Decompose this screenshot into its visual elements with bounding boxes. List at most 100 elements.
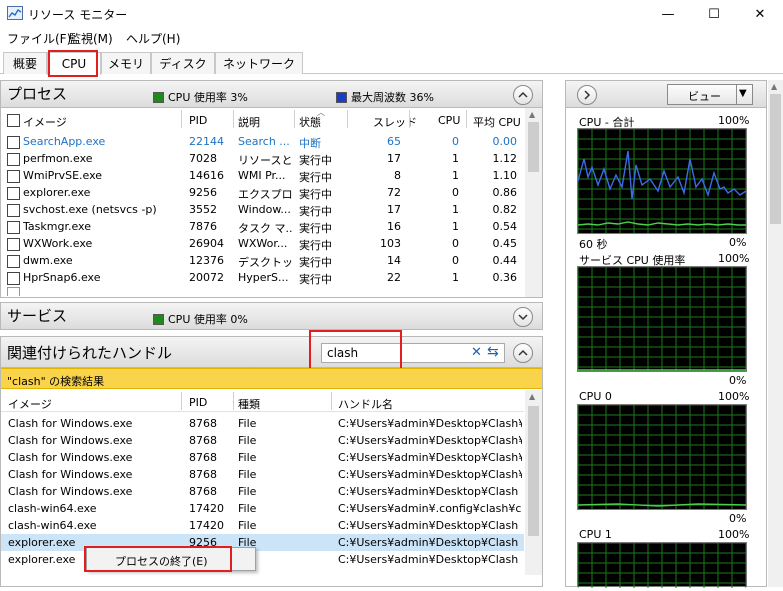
handle-row[interactable]: Clash for Windows.exe 8768 File C:¥Users¥ad… xyxy=(1,415,524,432)
handle-search-box[interactable]: clash ✕ ⇆ xyxy=(321,343,505,363)
handle-pid: 17420 xyxy=(189,519,224,532)
handle-row[interactable]: explorer.exe9256FileC:¥Users¥admin¥Deskt… xyxy=(1,551,524,568)
handle-image: clash-win64.exe xyxy=(8,502,97,515)
menu-file[interactable]: ファイル(F) xyxy=(7,30,71,47)
close-button[interactable]: ✕ xyxy=(737,0,783,28)
handle-search-input[interactable]: clash xyxy=(327,346,358,360)
processes-scroll-thumb[interactable] xyxy=(528,122,539,172)
process-row[interactable]: perfmon.exe 7028 リソースと... 実行中 17 1 1.12 xyxy=(1,150,524,167)
tab-overview[interactable]: 概要 xyxy=(3,52,47,74)
services-header[interactable]: サービス CPU 使用率 0% xyxy=(0,302,543,330)
proc-status: 実行中 xyxy=(299,222,332,235)
proc-status: 実行中 xyxy=(299,154,332,167)
handles-list: Clash for Windows.exe 8768 File C:¥Users¥ad… xyxy=(1,415,524,575)
proc-pid: 9256 xyxy=(189,186,217,199)
handles-column-header: イメージ PID 種類 ハンドル名 xyxy=(1,390,524,412)
col-pid[interactable]: PID xyxy=(189,114,207,127)
services-cpu-swatch xyxy=(153,313,164,325)
minimize-button[interactable]: — xyxy=(645,0,691,28)
proc-threads: 8 xyxy=(394,169,401,182)
col-handle-pid[interactable]: PID xyxy=(189,396,207,409)
menu-monitor[interactable]: 監視(M) xyxy=(69,30,113,47)
max-freq-swatch xyxy=(336,91,347,103)
process-checkbox[interactable] xyxy=(7,204,20,217)
processes-header[interactable]: プロセス CPU 使用率 3% 最大周波数 36% xyxy=(0,80,543,108)
handles-scrollbar[interactable]: ▲ xyxy=(525,390,542,575)
handle-type: File xyxy=(238,468,257,481)
proc-avg-cpu: 0.86 xyxy=(492,186,518,199)
process-row[interactable]: WXWork.exe 26904 WXWor... 実行中 103 0 0.45 xyxy=(1,235,524,252)
process-checkbox[interactable] xyxy=(7,272,20,285)
context-menu: プロセスの終了(E) xyxy=(86,547,256,571)
services-cpu-usage: CPU 使用率 0% xyxy=(153,311,248,327)
collapse-handles-button[interactable] xyxy=(513,343,533,363)
proc-description: エクスプロ... xyxy=(238,188,292,201)
handle-pid: 8768 xyxy=(189,451,217,464)
chevron-up-icon xyxy=(518,349,528,356)
select-all-checkbox[interactable] xyxy=(7,114,20,127)
process-row[interactable]: explorer.exe 9256 エクスプロ... 実行中 72 0 0.86 xyxy=(1,184,524,201)
scroll-up-icon[interactable]: ▲ xyxy=(771,82,777,91)
expand-services-button[interactable] xyxy=(513,307,533,327)
handle-pid: 8768 xyxy=(189,434,217,447)
scroll-up-icon[interactable]: ▲ xyxy=(529,110,535,119)
tab-memory[interactable]: メモリ xyxy=(101,52,151,74)
col-cpu[interactable]: CPU xyxy=(438,114,460,127)
tab-disk[interactable]: ディスク xyxy=(151,52,215,74)
clear-search-icon[interactable]: ✕ xyxy=(471,345,482,360)
process-checkbox[interactable] xyxy=(7,136,20,149)
process-row[interactable]: HprSnap6.exe 20072 HyperS... 実行中 22 1 0.36 xyxy=(1,269,524,286)
handle-row[interactable]: Clash for Windows.exe 8768 File C:¥Users¥ad… xyxy=(1,432,524,449)
tab-cpu[interactable]: CPU xyxy=(47,52,101,75)
handle-row[interactable]: clash-win64.exe 17420 File C:¥Users¥admin¥.… xyxy=(1,500,524,517)
process-row[interactable]: dwm.exe 12376 デスクトッ... 実行中 14 0 0.44 xyxy=(1,252,524,269)
graphs-scrollbar[interactable]: ▲ xyxy=(768,80,783,587)
process-checkbox[interactable] xyxy=(7,187,20,200)
view-dropdown[interactable]: ビュー ▼ xyxy=(667,84,753,105)
handle-row[interactable]: clash-win64.exe 17420 File C:¥Users¥admin¥D… xyxy=(1,517,524,534)
graph-cpu0-title: CPU 0 xyxy=(579,390,612,403)
handle-name: C:¥Users¥admin¥Desktop¥Clash xyxy=(338,519,519,532)
maximize-button[interactable]: ☐ xyxy=(691,0,737,28)
collapse-processes-button[interactable] xyxy=(513,85,533,105)
process-checkbox[interactable] xyxy=(7,238,20,251)
handle-row[interactable]: Clash for Windows.exe 8768 File C:¥Users¥ad… xyxy=(1,466,524,483)
handle-row[interactable]: Clash for Windows.exe 8768 File C:¥Users¥ad… xyxy=(1,483,524,500)
window-title: リソース モニター xyxy=(28,8,128,22)
scroll-up-icon[interactable]: ▲ xyxy=(529,392,535,401)
graphs-scroll-thumb[interactable] xyxy=(770,94,781,224)
col-threads[interactable]: スレッド xyxy=(373,114,417,130)
proc-avg-cpu: 0.44 xyxy=(492,254,518,267)
col-handle-name[interactable]: ハンドル名 xyxy=(338,396,393,412)
col-avg-cpu[interactable]: 平均 CPU xyxy=(473,114,521,130)
col-image[interactable]: イメージ xyxy=(23,114,67,130)
col-description[interactable]: 説明 xyxy=(238,114,260,130)
proc-cpu: 1 xyxy=(452,203,459,216)
process-checkbox[interactable] xyxy=(7,255,20,268)
col-handle-type[interactable]: 種類 xyxy=(238,396,260,412)
processes-scrollbar[interactable]: ▲ xyxy=(525,108,542,297)
handle-image: Clash for Windows.exe xyxy=(8,451,133,464)
handle-row[interactable]: Clash for Windows.exe 8768 File C:¥Users¥ad… xyxy=(1,449,524,466)
handles-scroll-thumb[interactable] xyxy=(528,406,539,536)
tab-network[interactable]: ネットワーク xyxy=(215,52,303,74)
proc-pid: 12376 xyxy=(189,254,224,267)
process-checkbox[interactable] xyxy=(7,170,20,183)
collapse-graphs-button[interactable] xyxy=(577,85,597,105)
proc-avg-cpu: 1.10 xyxy=(492,169,518,182)
process-checkbox[interactable] xyxy=(7,221,20,234)
proc-description: WMI Pr... xyxy=(238,169,286,182)
process-checkbox[interactable] xyxy=(7,153,20,166)
proc-threads: 17 xyxy=(387,203,401,216)
handle-row[interactable]: explorer.exe9256FileC:¥Users¥admin¥Deskt… xyxy=(1,534,524,551)
col-handle-image[interactable]: イメージ xyxy=(8,396,52,412)
menu-help[interactable]: ヘルプ(H) xyxy=(126,30,180,47)
end-process-menu-item[interactable]: プロセスの終了(E) xyxy=(115,553,208,569)
handles-header[interactable]: 関連付けられたハンドル clash ✕ ⇆ xyxy=(0,336,543,368)
process-row[interactable]: SearchApp.exe 22144 Search ... 中断 65 0 0.00 xyxy=(1,133,524,150)
proc-image: WXWork.exe xyxy=(23,237,93,250)
process-row[interactable]: svchost.exe (netsvcs -p) 3552 Window... 実行中… xyxy=(1,201,524,218)
process-row[interactable]: WmiPrvSE.exe 14616 WMI Pr... 実行中 8 1 1.10 xyxy=(1,167,524,184)
process-row[interactable]: Taskmgr.exe 7876 タスク マ... 実行中 16 1 0.54 xyxy=(1,218,524,235)
refresh-search-icon[interactable]: ⇆ xyxy=(487,344,499,360)
